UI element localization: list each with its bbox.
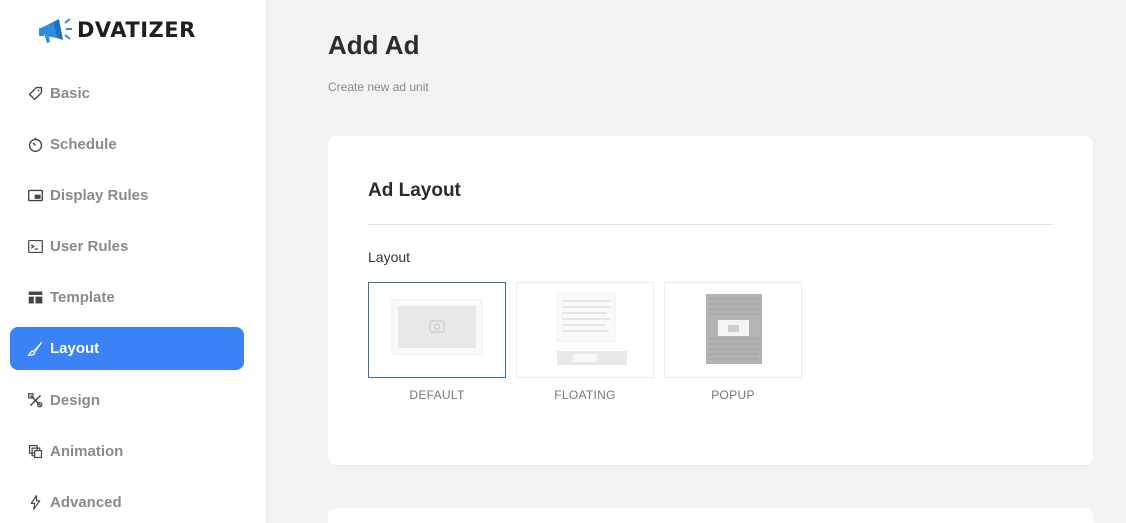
- template-icon: [26, 289, 44, 307]
- sidebar-item-label: Animation: [50, 443, 124, 460]
- sidebar-item-layout[interactable]: Layout: [10, 327, 244, 370]
- timer-icon: [26, 136, 44, 154]
- sidebar-item-advanced[interactable]: Advanced: [10, 481, 244, 523]
- sidebar-item-animation[interactable]: Animation: [10, 430, 244, 473]
- sidebar-item-label: Design: [50, 392, 101, 409]
- layout-option-default[interactable]: [368, 282, 506, 378]
- card-title: Ad Layout: [368, 180, 461, 201]
- sidebar-item-label: Basic: [50, 85, 91, 102]
- bolt-icon: [26, 494, 44, 512]
- sidebar-item-schedule[interactable]: Schedule: [10, 123, 244, 166]
- sidebar-item-template[interactable]: Template: [10, 276, 244, 319]
- sidebar-item-label: Schedule: [50, 136, 117, 153]
- layout-option-label: POPUP: [711, 388, 755, 402]
- layers-icon: [26, 443, 44, 461]
- tools-icon: [26, 392, 44, 410]
- sidebar-item-label: User Rules: [50, 238, 129, 255]
- page-subtitle: Create new ad unit: [328, 80, 429, 94]
- ad-layout-card: Ad Layout Layout DEFAULT FLOATING POPUP: [328, 136, 1093, 465]
- sidebar: DVATIZER Basic Schedule Display Rules Us…: [0, 0, 267, 523]
- divider: [368, 224, 1053, 225]
- next-card: [328, 508, 1093, 523]
- brand-logo[interactable]: DVATIZER: [35, 14, 196, 46]
- picture-in-picture-icon: [26, 187, 44, 205]
- sidebar-item-display-rules[interactable]: Display Rules: [10, 174, 244, 217]
- default-layout-thumbnail: [391, 299, 483, 355]
- floating-layout-thumbnail: [556, 292, 627, 365]
- sidebar-item-basic[interactable]: Basic: [10, 72, 244, 115]
- layout-option-label: DEFAULT: [409, 388, 465, 402]
- sidebar-item-user-rules[interactable]: User Rules: [10, 225, 244, 268]
- sidebar-item-design[interactable]: Design: [10, 379, 244, 422]
- layout-field-label: Layout: [368, 249, 411, 265]
- layout-option-floating[interactable]: [516, 282, 654, 378]
- sidebar-item-label: Layout: [50, 340, 100, 357]
- brand-name: DVATIZER: [77, 18, 196, 42]
- popup-layout-thumbnail: [706, 294, 762, 364]
- layout-option-popup[interactable]: [664, 282, 802, 378]
- brush-icon: [26, 340, 44, 358]
- sidebar-item-label: Advanced: [50, 494, 122, 511]
- megaphone-icon: [39, 18, 72, 43]
- layout-option-label: FLOATING: [554, 388, 616, 402]
- sidebar-item-label: Template: [50, 289, 115, 306]
- terminal-icon: [26, 238, 44, 256]
- sidebar-item-label: Display Rules: [50, 187, 149, 204]
- page-title: Add Ad: [328, 30, 420, 60]
- tag-icon: [26, 85, 44, 103]
